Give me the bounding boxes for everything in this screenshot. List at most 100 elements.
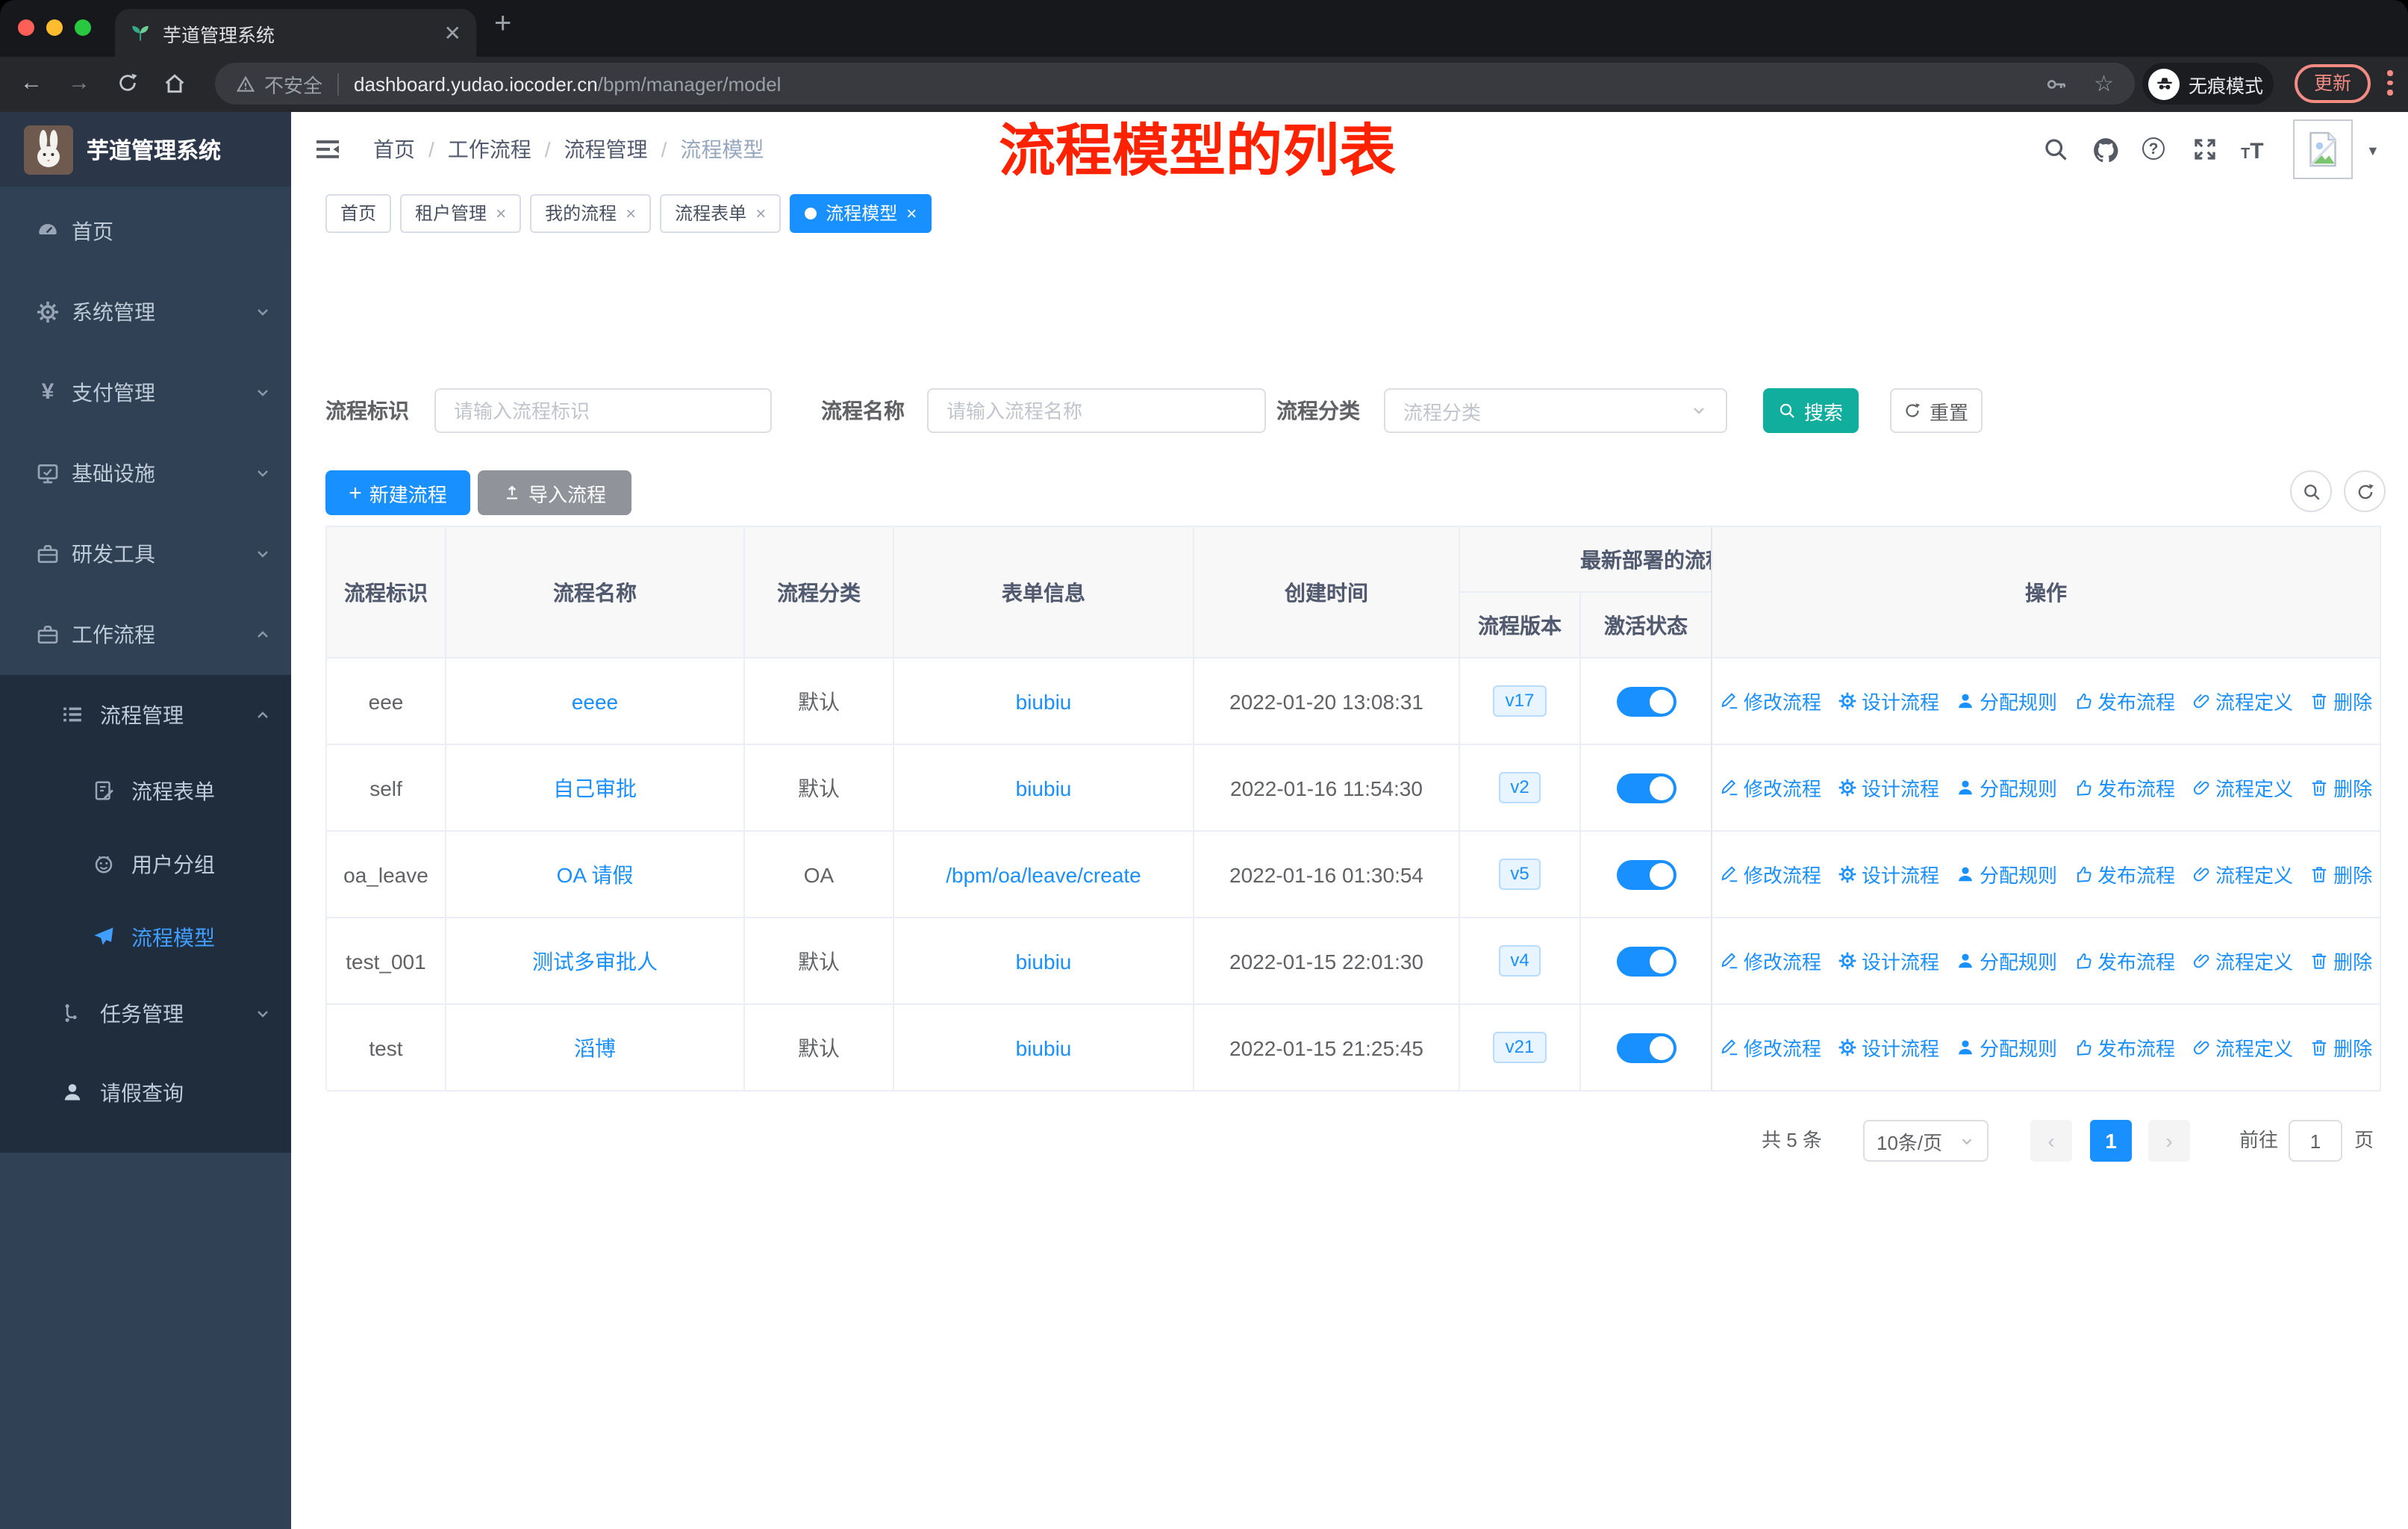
github-icon[interactable] (2092, 136, 2120, 164)
edit-process-link[interactable]: 修改流程 (1720, 1033, 1821, 1062)
avatar-caret-icon[interactable]: ▼ (2366, 143, 2380, 158)
version-badge[interactable]: v5 (1498, 858, 1541, 891)
url-text[interactable]: dashboard.yudao.iocoder.cn/bpm/manager/m… (354, 72, 781, 95)
delete-link[interactable]: 删除 (2309, 687, 2372, 715)
sidebar-item-infra[interactable]: 基础设施 (0, 433, 291, 514)
macos-minimize-button[interactable] (46, 19, 63, 36)
delete-link[interactable]: 删除 (2309, 947, 2372, 975)
design-process-link[interactable]: 设计流程 (1838, 773, 1939, 802)
process-definition-link[interactable]: 流程定义 (2192, 687, 2293, 715)
user-avatar[interactable] (2293, 119, 2353, 179)
process-definition-link[interactable]: 流程定义 (2192, 860, 2293, 888)
publish-process-link[interactable]: 发布流程 (2074, 860, 2175, 888)
sidebar-item-process-manage[interactable]: 流程管理 (0, 675, 291, 754)
delete-link[interactable]: 删除 (2309, 773, 2372, 802)
toggle-search-button[interactable] (2290, 470, 2332, 512)
edit-process-link[interactable]: 修改流程 (1720, 947, 1821, 975)
assign-rule-link[interactable]: 分配规则 (1956, 1033, 2057, 1062)
goto-page-input[interactable] (2289, 1120, 2342, 1162)
process-definition-link[interactable]: 流程定义 (2192, 947, 2293, 975)
tab-close-icon[interactable]: ✕ (444, 22, 461, 43)
breadcrumb-workflow[interactable]: 工作流程 (448, 134, 531, 164)
sidebar-item-home[interactable]: 首页 (0, 191, 291, 272)
close-icon[interactable]: × (496, 202, 506, 223)
tag-home[interactable]: 首页 (325, 193, 392, 232)
password-key-icon[interactable] (2044, 72, 2067, 95)
sidebar-item-payment[interactable]: ¥ 支付管理 (0, 352, 291, 433)
next-page-button[interactable]: › (2148, 1120, 2190, 1162)
refresh-table-button[interactable] (2344, 470, 2386, 512)
breadcrumb-process-manage[interactable]: 流程管理 (564, 134, 648, 164)
design-process-link[interactable]: 设计流程 (1838, 860, 1939, 888)
publish-process-link[interactable]: 发布流程 (2074, 773, 2175, 802)
version-badge[interactable]: v17 (1493, 685, 1547, 717)
url-bar[interactable]: 不安全 dashboard.yudao.iocoder.cn/bpm/manag… (215, 63, 2135, 105)
active-toggle[interactable] (1616, 859, 1676, 889)
form-link[interactable]: biubiu (1016, 689, 1072, 713)
edit-process-link[interactable]: 修改流程 (1720, 860, 1821, 888)
browser-menu-icon[interactable] (2387, 70, 2393, 99)
breadcrumb-home[interactable]: 首页 (373, 134, 415, 164)
assign-rule-link[interactable]: 分配规则 (1956, 947, 2057, 975)
sidebar-item-process-form[interactable]: 流程表单 (0, 754, 291, 827)
forward-button[interactable]: → (63, 69, 96, 99)
tag-process-model[interactable]: 流程模型 × (790, 193, 932, 232)
assign-rule-link[interactable]: 分配规则 (1956, 687, 2057, 715)
edit-process-link[interactable]: 修改流程 (1720, 687, 1821, 715)
current-page-button[interactable]: 1 (2090, 1120, 2132, 1162)
browser-tab[interactable]: 芋道管理系统 ✕ (115, 9, 476, 57)
active-toggle[interactable] (1616, 946, 1676, 976)
tag-process-form[interactable]: 流程表单 × (660, 193, 782, 232)
import-process-button[interactable]: 导入流程 (478, 470, 631, 515)
form-link[interactable]: /bpm/oa/leave/create (946, 862, 1141, 886)
process-name-link[interactable]: 自己审批 (553, 773, 637, 803)
process-definition-link[interactable]: 流程定义 (2192, 773, 2293, 802)
reload-button[interactable] (110, 69, 143, 99)
process-name-link[interactable]: eeee (572, 689, 618, 713)
security-label[interactable]: 不安全 (264, 69, 322, 98)
active-toggle[interactable] (1616, 686, 1676, 716)
sidebar-item-task-manage[interactable]: 任务管理 (0, 974, 291, 1053)
process-name-link[interactable]: 测试多审批人 (532, 946, 658, 976)
search-icon[interactable] (2042, 136, 2071, 164)
macos-zoom-button[interactable] (75, 19, 91, 36)
bookmark-star-icon[interactable]: ☆ (2094, 70, 2114, 97)
tag-my-process[interactable]: 我的流程 × (530, 193, 652, 232)
design-process-link[interactable]: 设计流程 (1838, 687, 1939, 715)
process-name-input[interactable] (927, 388, 1266, 433)
form-link[interactable]: biubiu (1016, 949, 1072, 973)
process-name-link[interactable]: OA 请假 (557, 859, 634, 889)
create-process-button[interactable]: + 新建流程 (325, 470, 470, 515)
design-process-link[interactable]: 设计流程 (1838, 1033, 1939, 1062)
edit-process-link[interactable]: 修改流程 (1720, 773, 1821, 802)
delete-link[interactable]: 删除 (2309, 1033, 2372, 1062)
active-toggle[interactable] (1616, 1033, 1676, 1062)
close-icon[interactable]: × (906, 202, 917, 223)
tag-tenant[interactable]: 租户管理 × (400, 193, 522, 232)
design-process-link[interactable]: 设计流程 (1838, 947, 1939, 975)
version-badge[interactable]: v21 (1493, 1031, 1547, 1064)
delete-link[interactable]: 删除 (2309, 860, 2372, 888)
font-size-icon[interactable]: TT (2241, 139, 2269, 167)
process-definition-link[interactable]: 流程定义 (2192, 1033, 2293, 1062)
category-select[interactable]: 流程分类 (1384, 388, 1727, 433)
back-button[interactable]: ← (15, 69, 48, 99)
active-toggle[interactable] (1616, 773, 1676, 803)
fullscreen-icon[interactable] (2192, 136, 2220, 164)
publish-process-link[interactable]: 发布流程 (2074, 947, 2175, 975)
sidebar-item-devtools[interactable]: 研发工具 (0, 514, 291, 594)
search-button[interactable]: 搜索 (1763, 388, 1859, 433)
page-size-select[interactable]: 10条/页 (1863, 1120, 1989, 1162)
sidebar-item-process-model[interactable]: 流程模型 (0, 900, 291, 974)
sidebar-item-user-group[interactable]: 用户分组 (0, 827, 291, 900)
chrome-update-button[interactable]: 更新 (2295, 64, 2371, 103)
hamburger-icon[interactable] (314, 136, 342, 163)
publish-process-link[interactable]: 发布流程 (2074, 687, 2175, 715)
close-icon[interactable]: × (755, 202, 766, 223)
assign-rule-link[interactable]: 分配规则 (1956, 773, 2057, 802)
sidebar-item-system[interactable]: 系统管理 (0, 272, 291, 352)
assign-rule-link[interactable]: 分配规则 (1956, 860, 2057, 888)
macos-close-button[interactable] (18, 19, 34, 36)
process-key-input[interactable] (434, 388, 772, 433)
close-icon[interactable]: × (626, 202, 636, 223)
